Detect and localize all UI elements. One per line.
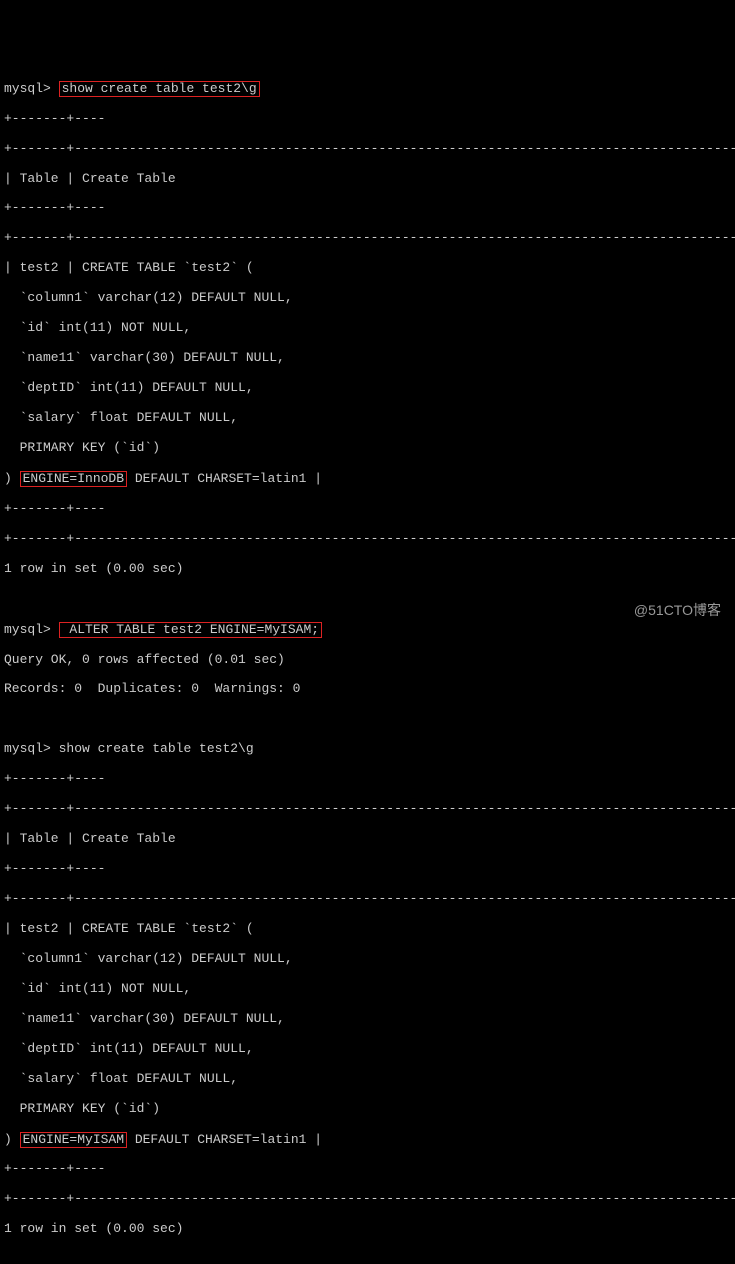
column-def: `deptID` int(11) DEFAULT NULL, xyxy=(4,381,731,396)
command-show-create-2: show create table test2\g xyxy=(59,741,254,756)
table-header: | Table | Create Table xyxy=(4,172,731,187)
prompt-line-2[interactable]: mysql> ALTER TABLE test2 ENGINE=MyISAM; xyxy=(4,622,731,638)
engine-line-1: ) ENGINE=InnoDB DEFAULT CHARSET=latin1 | xyxy=(4,471,731,487)
close-paren: ) xyxy=(4,1132,20,1147)
separator: +-------+-------------------------------… xyxy=(4,231,731,246)
column-def: `name11` varchar(30) DEFAULT NULL, xyxy=(4,1012,731,1027)
close-paren: ) xyxy=(4,471,20,486)
engine-myisam: ENGINE=MyISAM xyxy=(20,1132,127,1148)
terminal-output: mysql> show create table test2\g +------… xyxy=(4,66,731,1253)
primary-key: PRIMARY KEY (`id`) xyxy=(4,1102,731,1117)
table-header: | Table | Create Table xyxy=(4,832,731,847)
row-count: 1 row in set (0.00 sec) xyxy=(4,562,731,577)
query-ok: Query OK, 0 rows affected (0.01 sec) xyxy=(4,653,731,668)
separator: +-------+---- xyxy=(4,862,731,877)
separator: +-------+---- xyxy=(4,772,731,787)
column-def: `column1` varchar(12) DEFAULT NULL, xyxy=(4,291,731,306)
prompt-line-1[interactable]: mysql> show create table test2\g xyxy=(4,81,731,97)
engine-innodb: ENGINE=InnoDB xyxy=(20,471,127,487)
column-def: `column1` varchar(12) DEFAULT NULL, xyxy=(4,952,731,967)
watermark: @51CTO博客 xyxy=(634,602,721,618)
separator: +-------+---- xyxy=(4,201,731,216)
charset: DEFAULT CHARSET=latin1 | xyxy=(127,1132,322,1147)
primary-key: PRIMARY KEY (`id`) xyxy=(4,441,731,456)
separator: +-------+---- xyxy=(4,1162,731,1177)
create-table-start: | test2 | CREATE TABLE `test2` ( xyxy=(4,261,731,276)
separator: +-------+-------------------------------… xyxy=(4,142,731,157)
blank xyxy=(4,592,731,607)
command-alter-table: ALTER TABLE test2 ENGINE=MyISAM; xyxy=(59,622,322,638)
prompt-line-3[interactable]: mysql> show create table test2\g xyxy=(4,742,731,757)
separator: +-------+---- xyxy=(4,502,731,517)
column-def: `salary` float DEFAULT NULL, xyxy=(4,411,731,426)
column-def: `salary` float DEFAULT NULL, xyxy=(4,1072,731,1087)
column-def: `deptID` int(11) DEFAULT NULL, xyxy=(4,1042,731,1057)
row-count: 1 row in set (0.00 sec) xyxy=(4,1222,731,1237)
separator: +-------+-------------------------------… xyxy=(4,802,731,817)
blank xyxy=(4,712,731,727)
column-def: `id` int(11) NOT NULL, xyxy=(4,321,731,336)
column-def: `name11` varchar(30) DEFAULT NULL, xyxy=(4,351,731,366)
query-records: Records: 0 Duplicates: 0 Warnings: 0 xyxy=(4,682,731,697)
charset: DEFAULT CHARSET=latin1 | xyxy=(127,471,322,486)
prompt: mysql> xyxy=(4,741,51,756)
command-show-create-1: show create table test2\g xyxy=(59,81,260,97)
prompt: mysql> xyxy=(4,622,51,637)
separator: +-------+-------------------------------… xyxy=(4,1192,731,1207)
create-table-start: | test2 | CREATE TABLE `test2` ( xyxy=(4,922,731,937)
engine-line-2: ) ENGINE=MyISAM DEFAULT CHARSET=latin1 | xyxy=(4,1132,731,1148)
separator: +-------+---- xyxy=(4,112,731,127)
prompt: mysql> xyxy=(4,81,51,96)
separator: +-------+-------------------------------… xyxy=(4,532,731,547)
column-def: `id` int(11) NOT NULL, xyxy=(4,982,731,997)
separator: +-------+-------------------------------… xyxy=(4,892,731,907)
